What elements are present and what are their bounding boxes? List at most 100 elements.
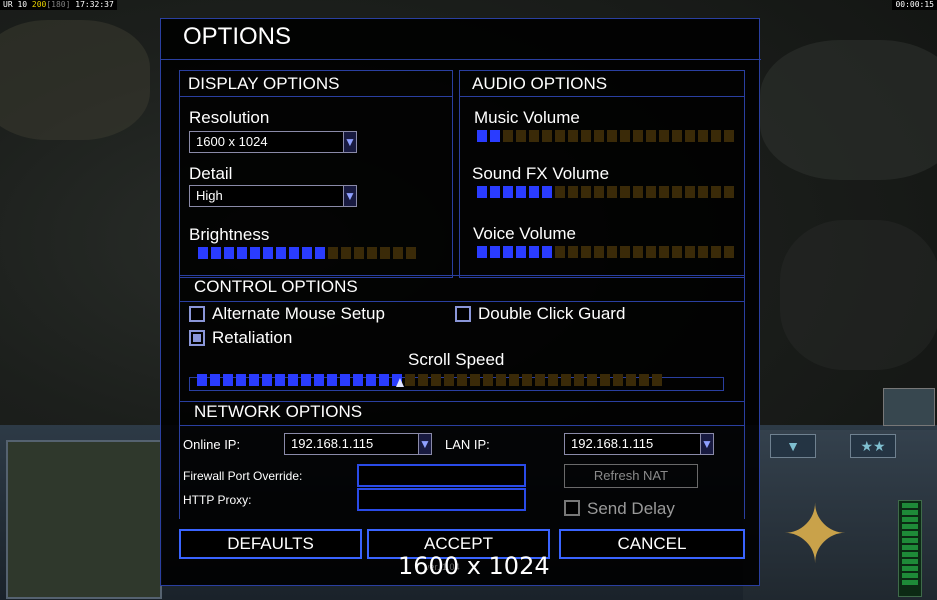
chevron-down-icon[interactable]: ▼: [770, 434, 816, 458]
scroll-speed-segment[interactable]: [561, 374, 571, 386]
music-volume-segment[interactable]: [581, 130, 591, 142]
brightness-segment[interactable]: [354, 247, 364, 259]
scroll-speed-segment[interactable]: [366, 374, 376, 386]
brightness-slider[interactable]: [198, 247, 416, 259]
music-volume-segment[interactable]: [568, 130, 578, 142]
scroll-speed-segment[interactable]: [496, 374, 506, 386]
brightness-segment[interactable]: [289, 247, 299, 259]
brightness-segment[interactable]: [328, 247, 338, 259]
voice-volume-segment[interactable]: [633, 246, 643, 258]
brightness-segment[interactable]: [380, 247, 390, 259]
defaults-button[interactable]: DEFAULTS: [179, 529, 362, 559]
sound-fx-volume-segment[interactable]: [724, 186, 734, 198]
voice-volume-segment[interactable]: [646, 246, 656, 258]
sound-fx-volume-segment[interactable]: [555, 186, 565, 198]
sound-fx-volume-segment[interactable]: [607, 186, 617, 198]
sound-fx-volume-slider[interactable]: [477, 186, 734, 198]
sound-fx-volume-segment[interactable]: [568, 186, 578, 198]
slider-thumb-icon[interactable]: [396, 378, 404, 387]
music-volume-segment[interactable]: [529, 130, 539, 142]
brightness-segment[interactable]: [237, 247, 247, 259]
sound-fx-volume-segment[interactable]: [542, 186, 552, 198]
dropdown-arrow-icon[interactable]: ▼: [343, 132, 356, 152]
sound-fx-volume-segment[interactable]: [581, 186, 591, 198]
scroll-speed-segment[interactable]: [444, 374, 454, 386]
sound-fx-volume-segment[interactable]: [698, 186, 708, 198]
minimap[interactable]: [6, 440, 162, 599]
voice-volume-segment[interactable]: [516, 246, 526, 258]
voice-volume-segment[interactable]: [672, 246, 682, 258]
sound-fx-volume-segment[interactable]: [711, 186, 721, 198]
resolution-dropdown[interactable]: 1600 x 1024 ▼: [189, 131, 357, 153]
scroll-speed-segment[interactable]: [574, 374, 584, 386]
sound-fx-volume-segment[interactable]: [594, 186, 604, 198]
refresh-nat-button[interactable]: Refresh NAT: [564, 464, 698, 488]
sound-fx-volume-segment[interactable]: [477, 186, 487, 198]
music-volume-segment[interactable]: [646, 130, 656, 142]
scroll-speed-segment[interactable]: [353, 374, 363, 386]
voice-volume-segment[interactable]: [542, 246, 552, 258]
scroll-speed-segment[interactable]: [314, 374, 324, 386]
alternate-mouse-checkbox[interactable]: [189, 306, 205, 322]
scroll-speed-segment[interactable]: [262, 374, 272, 386]
music-volume-segment[interactable]: [659, 130, 669, 142]
dropdown-arrow-icon[interactable]: ▼: [700, 434, 713, 454]
brightness-segment[interactable]: [263, 247, 273, 259]
music-volume-segment[interactable]: [594, 130, 604, 142]
scroll-speed-segment[interactable]: [626, 374, 636, 386]
scroll-speed-segment[interactable]: [236, 374, 246, 386]
voice-volume-segment[interactable]: [503, 246, 513, 258]
sound-fx-volume-segment[interactable]: [685, 186, 695, 198]
sound-fx-volume-segment[interactable]: [490, 186, 500, 198]
voice-volume-segment[interactable]: [477, 246, 487, 258]
scroll-speed-segment[interactable]: [535, 374, 545, 386]
music-volume-slider[interactable]: [477, 130, 734, 142]
scroll-speed-segment[interactable]: [340, 374, 350, 386]
music-volume-segment[interactable]: [620, 130, 630, 142]
sound-fx-volume-segment[interactable]: [529, 186, 539, 198]
star-icon[interactable]: ★★: [850, 434, 896, 458]
scroll-speed-segment[interactable]: [587, 374, 597, 386]
sound-fx-volume-segment[interactable]: [672, 186, 682, 198]
music-volume-segment[interactable]: [477, 130, 487, 142]
scroll-speed-segment[interactable]: [522, 374, 532, 386]
scroll-speed-slider[interactable]: [197, 374, 662, 386]
voice-volume-slider[interactable]: [477, 246, 734, 258]
cancel-button[interactable]: CANCEL: [559, 529, 745, 559]
double-click-guard-checkbox[interactable]: [455, 306, 471, 322]
voice-volume-segment[interactable]: [568, 246, 578, 258]
voice-volume-segment[interactable]: [555, 246, 565, 258]
brightness-segment[interactable]: [250, 247, 260, 259]
brightness-segment[interactable]: [341, 247, 351, 259]
scroll-speed-segment[interactable]: [288, 374, 298, 386]
brightness-segment[interactable]: [406, 247, 416, 259]
voice-volume-segment[interactable]: [711, 246, 721, 258]
scroll-speed-segment[interactable]: [275, 374, 285, 386]
voice-volume-segment[interactable]: [659, 246, 669, 258]
sound-fx-volume-segment[interactable]: [516, 186, 526, 198]
scroll-speed-segment[interactable]: [197, 374, 207, 386]
dropdown-arrow-icon[interactable]: ▼: [418, 434, 431, 454]
scroll-speed-segment[interactable]: [301, 374, 311, 386]
scroll-speed-segment[interactable]: [613, 374, 623, 386]
scroll-speed-segment[interactable]: [210, 374, 220, 386]
voice-volume-segment[interactable]: [529, 246, 539, 258]
brightness-segment[interactable]: [367, 247, 377, 259]
brightness-segment[interactable]: [276, 247, 286, 259]
music-volume-segment[interactable]: [542, 130, 552, 142]
scroll-speed-segment[interactable]: [639, 374, 649, 386]
voice-volume-segment[interactable]: [620, 246, 630, 258]
scroll-speed-segment[interactable]: [418, 374, 428, 386]
music-volume-segment[interactable]: [633, 130, 643, 142]
brightness-segment[interactable]: [211, 247, 221, 259]
detail-dropdown[interactable]: High ▼: [189, 185, 357, 207]
unit-portrait[interactable]: [883, 388, 935, 426]
brightness-segment[interactable]: [315, 247, 325, 259]
scroll-speed-segment[interactable]: [431, 374, 441, 386]
brightness-segment[interactable]: [198, 247, 208, 259]
music-volume-segment[interactable]: [672, 130, 682, 142]
voice-volume-segment[interactable]: [724, 246, 734, 258]
voice-volume-segment[interactable]: [594, 246, 604, 258]
dropdown-arrow-icon[interactable]: ▼: [343, 186, 356, 206]
scroll-speed-segment[interactable]: [379, 374, 389, 386]
